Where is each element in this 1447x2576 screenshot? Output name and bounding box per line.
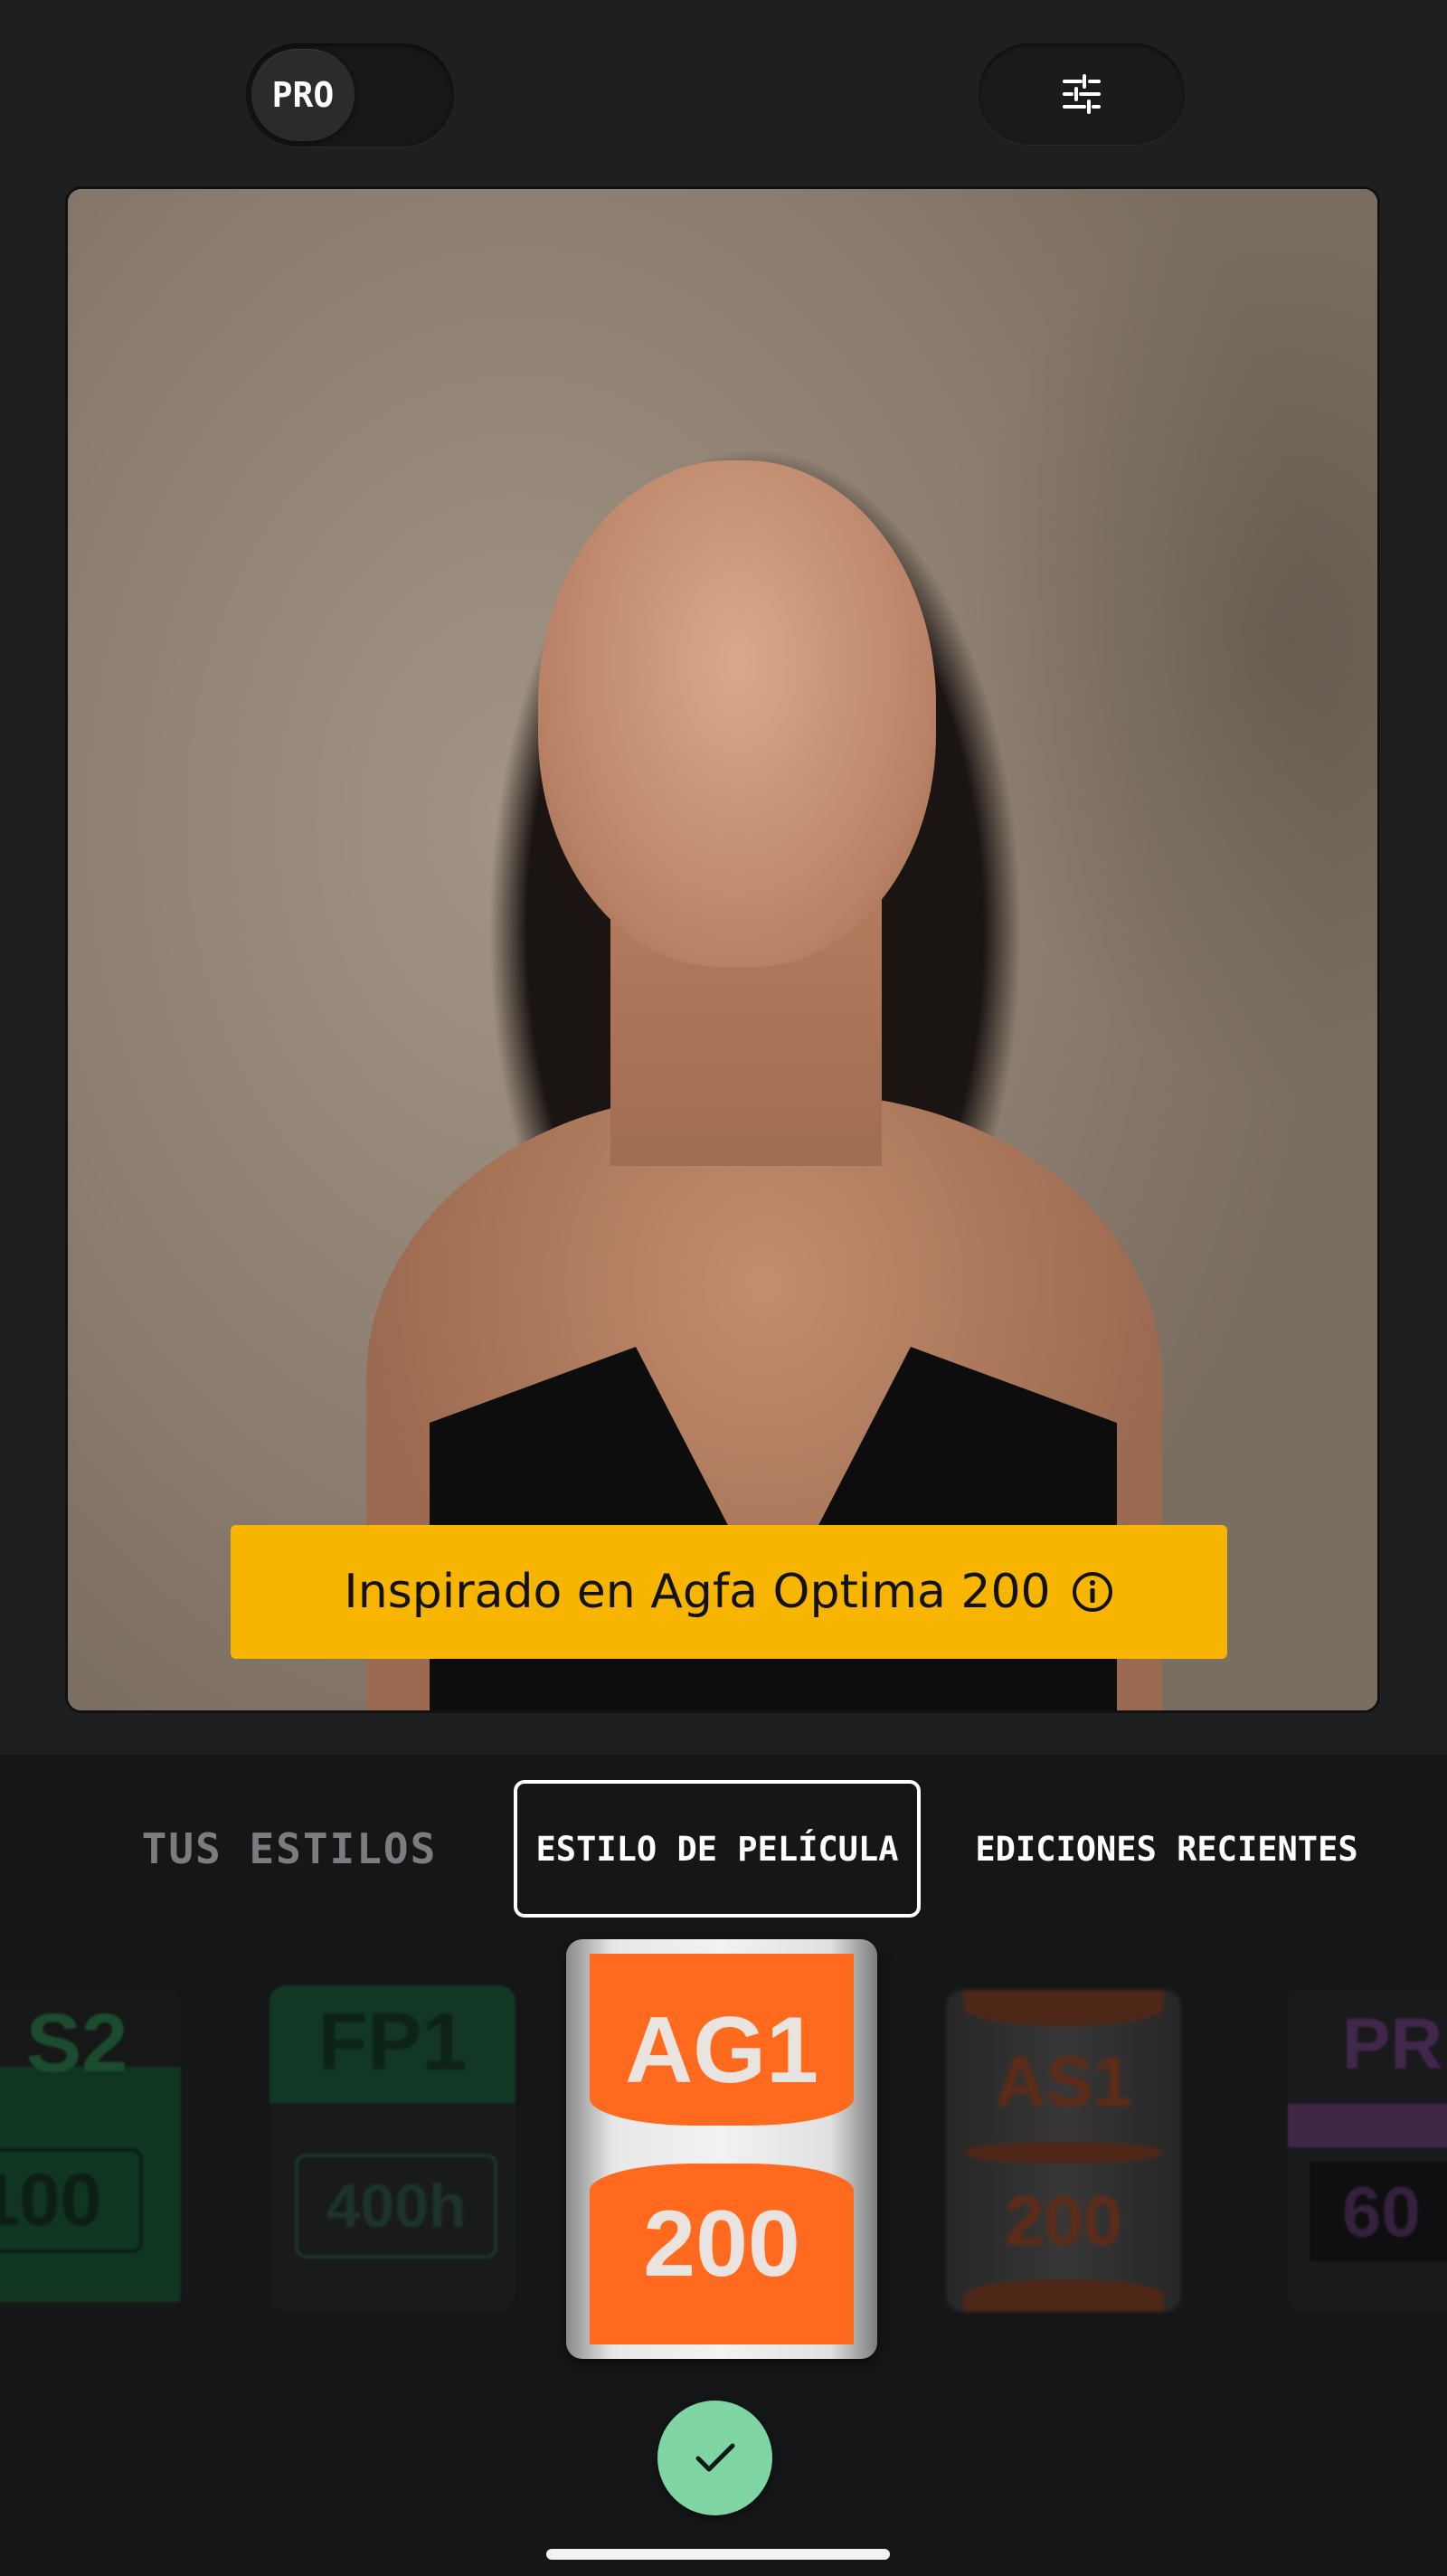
pro-label: PRO [271, 75, 335, 115]
film-card-s2[interactable]: S2 100 [0, 1985, 181, 2311]
film-band-middle [964, 2142, 1163, 2164]
info-icon[interactable] [1071, 1570, 1114, 1614]
pro-toggle-knob: PRO [251, 49, 355, 141]
film-card-as1[interactable]: AS1 200 [946, 1990, 1181, 2312]
checkmark-icon [695, 2443, 734, 2471]
film-code: PR [1342, 2003, 1443, 2084]
film-band [1288, 2104, 1447, 2147]
film-band-bottom [964, 2279, 1163, 2312]
film-caption-text: Inspirado en Agfa Optima 200 [344, 1565, 1051, 1619]
film-caption-banner[interactable]: Inspirado en Agfa Optima 200 [231, 1525, 1227, 1659]
tab-film-style[interactable]: ESTILO DE PELÍCULA [514, 1780, 921, 1918]
pro-toggle[interactable]: PRO [246, 43, 454, 147]
film-card-fp1[interactable]: FP1 400h [270, 1985, 515, 2311]
film-iso: 100 [0, 2148, 143, 2253]
photo-preview[interactable] [65, 186, 1380, 1713]
film-code: AS1 [995, 2041, 1132, 2121]
sliders-icon [1063, 74, 1101, 114]
film-band-top [964, 1990, 1163, 2026]
film-iso: 200 [643, 2192, 800, 2297]
film-code: FP1 [317, 1997, 468, 2088]
tab-label: TUS ESTILOS [141, 1824, 438, 1873]
film-card-pr[interactable]: PR 60 [1288, 1990, 1447, 2312]
film-iso: 400h [295, 2154, 497, 2259]
tab-label: ESTILO DE PELÍCULA [535, 1829, 899, 1869]
adjust-button[interactable] [979, 43, 1185, 145]
tab-your-styles[interactable]: TUS ESTILOS [109, 1780, 470, 1918]
portrait-face [538, 460, 936, 967]
film-iso: 200 [1004, 2181, 1123, 2260]
film-card-ag1[interactable]: AG1 200 [566, 1939, 877, 2359]
film-code: AG1 [625, 1998, 818, 2103]
home-indicator[interactable] [546, 2549, 890, 2560]
tab-label: EDICIONES RECIENTES [975, 1829, 1358, 1869]
tab-recent-edits[interactable]: EDICIONES RECIENTES [941, 1780, 1393, 1918]
film-code: S2 [25, 1997, 128, 2089]
film-iso: 60 [1310, 2162, 1447, 2261]
confirm-button[interactable] [657, 2401, 772, 2515]
